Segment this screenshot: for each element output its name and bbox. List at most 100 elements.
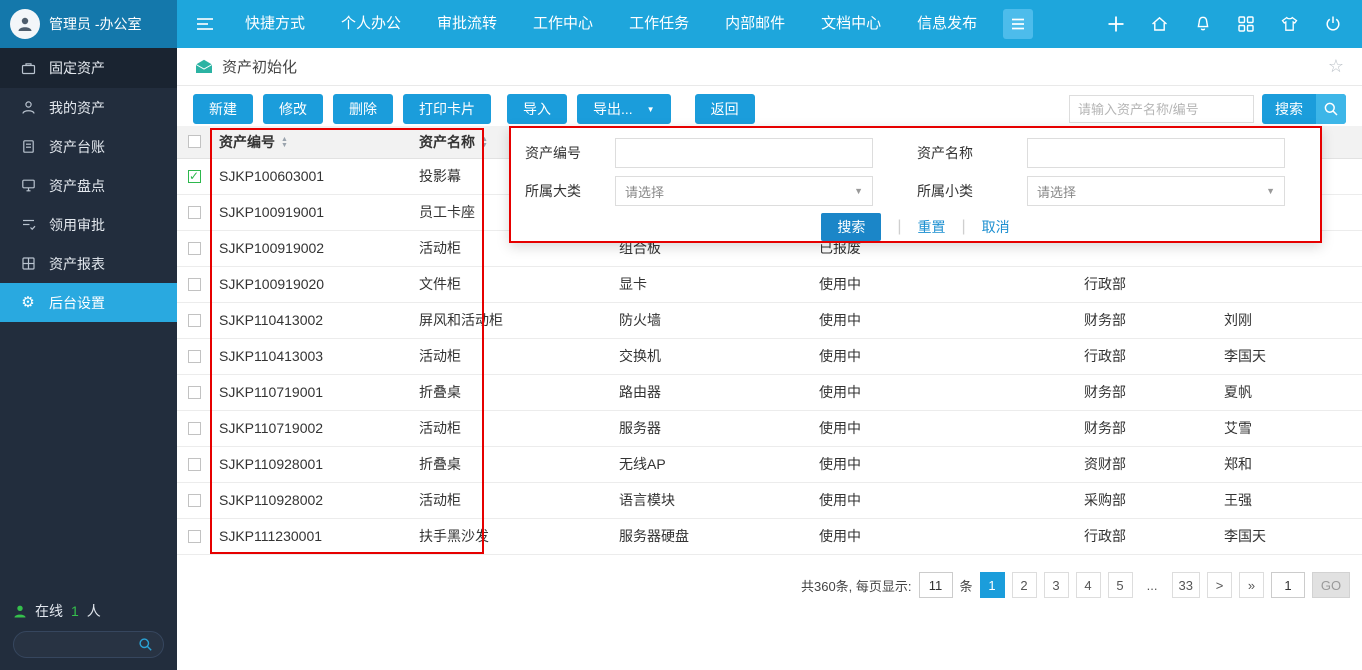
jump-page-input[interactable] <box>1271 572 1305 598</box>
home-icon[interactable] <box>1150 15 1169 33</box>
nav-item-work-center[interactable]: 工作中心 <box>515 0 611 48</box>
page-button[interactable]: 4 <box>1076 572 1101 598</box>
power-icon[interactable] <box>1324 15 1342 33</box>
cell-status: 使用中 <box>811 302 1076 338</box>
back-button[interactable]: 返回 <box>695 94 755 124</box>
category-select[interactable]: 请选择 ▼ <box>615 176 873 206</box>
table-row[interactable]: SJKP110413003 活动柜 交换机 使用中 行政部 李国天 <box>177 338 1362 374</box>
nav-item-work-tasks[interactable]: 工作任务 <box>611 0 707 48</box>
table-row[interactable]: SJKP110719002 活动柜 服务器 使用中 财务部 艾雪 <box>177 410 1362 446</box>
import-button[interactable]: 导入 <box>507 94 567 124</box>
search-button[interactable]: 搜索 <box>1262 94 1346 124</box>
row-checkbox[interactable] <box>188 494 201 507</box>
plus-icon[interactable] <box>1107 15 1125 33</box>
table-row[interactable]: SJKP111230001 扶手黑沙发 服务器硬盘 使用中 行政部 李国天 <box>177 518 1362 554</box>
cell-person: 李国天 <box>1216 518 1362 554</box>
advanced-search-panel: 资产编号 资产名称 所属大类 请选择 ▼ 所属小类 请选择 ▼ 搜索 | 重置 … <box>509 126 1322 243</box>
report-grid-icon <box>20 256 36 271</box>
panel-cancel-button[interactable]: 取消 <box>982 217 1010 237</box>
row-checkbox[interactable] <box>188 458 201 471</box>
nav-item-approval-flow[interactable]: 审批流转 <box>419 0 515 48</box>
row-checkbox[interactable]: ✓ <box>188 170 201 183</box>
page-size-input[interactable] <box>919 572 953 598</box>
row-checkbox[interactable] <box>188 422 201 435</box>
nav-item-info-publish[interactable]: 信息发布 <box>899 0 995 48</box>
panel-reset-button[interactable]: 重置 <box>918 217 946 237</box>
toolbar: 新建 修改 删除 打印卡片 导入 导出...▼ 返回 搜索 <box>177 92 1362 126</box>
row-checkbox[interactable] <box>188 386 201 399</box>
nav-item-personal-office[interactable]: 个人办公 <box>323 0 419 48</box>
page-header: 资产初始化 ☆ <box>177 48 1362 86</box>
panel-search-button[interactable]: 搜索 <box>821 213 881 241</box>
sidebar-item-asset-inventory[interactable]: 资产盘点 <box>0 166 177 205</box>
edit-button[interactable]: 修改 <box>263 94 323 124</box>
bell-icon[interactable] <box>1194 15 1212 33</box>
sidebar-item-asset-reports[interactable]: 资产报表 <box>0 244 177 283</box>
cell-status: 使用中 <box>811 374 1076 410</box>
nav-item-shortcuts[interactable]: 快捷方式 <box>227 0 323 48</box>
cell-device: 交换机 <box>611 338 811 374</box>
asset-code-input[interactable] <box>615 138 873 168</box>
nav-item-internal-mail[interactable]: 内部邮件 <box>707 0 803 48</box>
header-asset-code[interactable]: 资产编号▲▼ <box>211 126 411 158</box>
page-size-unit: 条 <box>960 576 973 595</box>
online-count: 1 <box>71 603 79 619</box>
page-button[interactable]: 2 <box>1012 572 1037 598</box>
table-row[interactable]: SJKP110928001 折叠桌 无线AP 使用中 资财部 郑和 <box>177 446 1362 482</box>
sort-icon[interactable]: ▲▼ <box>281 137 288 149</box>
delete-button[interactable]: 删除 <box>333 94 393 124</box>
avatar[interactable] <box>10 9 40 39</box>
select-all-checkbox[interactable] <box>188 135 201 148</box>
row-checkbox[interactable] <box>188 530 201 543</box>
more-menu-button[interactable] <box>1003 9 1033 39</box>
search-icon[interactable] <box>138 637 153 652</box>
sidebar-item-asset-ledger[interactable]: 资产台账 <box>0 127 177 166</box>
page-title: 资产初始化 <box>222 56 297 77</box>
asset-name-input[interactable] <box>1027 138 1285 168</box>
last-page-button[interactable]: » <box>1239 572 1264 598</box>
page-button[interactable]: 5 <box>1108 572 1133 598</box>
row-checkbox[interactable] <box>188 278 201 291</box>
table-row[interactable]: SJKP110928002 活动柜 语言模块 使用中 采购部 王强 <box>177 482 1362 518</box>
row-checkbox[interactable] <box>188 314 201 327</box>
export-dropdown-button[interactable]: 导出...▼ <box>577 94 671 124</box>
cell-name: 活动柜 <box>411 410 611 446</box>
table-row[interactable]: SJKP110413002 屏风和活动柜 防火墙 使用中 财务部 刘刚 <box>177 302 1362 338</box>
search-icon <box>1316 94 1346 124</box>
print-card-button[interactable]: 打印卡片 <box>403 94 491 124</box>
cell-code: SJKP110413003 <box>211 338 411 374</box>
next-page-button[interactable]: > <box>1207 572 1232 598</box>
row-checkbox[interactable] <box>188 242 201 255</box>
cell-person <box>1216 266 1362 302</box>
sidebar-footer: 在线 1 人 <box>0 601 177 670</box>
theme-shirt-icon[interactable] <box>1280 15 1299 33</box>
user-chip[interactable]: 管理员 -办公室 <box>0 0 177 48</box>
sort-icon[interactable]: ▲▼ <box>481 137 488 149</box>
cell-device: 显卡 <box>611 266 811 302</box>
online-suffix: 人 <box>87 601 101 621</box>
row-checkbox[interactable] <box>188 206 201 219</box>
apps-grid-icon[interactable] <box>1237 15 1255 33</box>
cell-device: 语言模块 <box>611 482 811 518</box>
table-row[interactable]: SJKP100919020 文件柜 显卡 使用中 行政部 <box>177 266 1362 302</box>
page-button[interactable]: 33 <box>1172 572 1200 598</box>
user-name: 管理员 -办公室 <box>49 14 142 34</box>
subcategory-select[interactable]: 请选择 ▼ <box>1027 176 1285 206</box>
sidebar-item-fixed-assets[interactable]: 固定资产 <box>0 48 177 88</box>
nav-item-doc-center[interactable]: 文档中心 <box>803 0 899 48</box>
sidebar-item-backend-settings[interactable]: ⚙ 后台设置 <box>0 283 177 322</box>
favorite-star-icon[interactable]: ☆ <box>1328 56 1344 77</box>
table-row[interactable]: SJKP110719001 折叠桌 路由器 使用中 财务部 夏帆 <box>177 374 1362 410</box>
nav-list-icon[interactable] <box>195 15 215 33</box>
page-button[interactable]: 3 <box>1044 572 1069 598</box>
page-button[interactable]: 1 <box>980 572 1005 598</box>
asset-search-input[interactable] <box>1069 95 1254 123</box>
sidebar-item-requisition-approval[interactable]: 领用审批 <box>0 205 177 244</box>
go-button[interactable]: GO <box>1312 572 1350 598</box>
cell-device: 服务器 <box>611 410 811 446</box>
chevron-down-icon: ▼ <box>1266 186 1275 196</box>
sidebar-item-my-assets[interactable]: 我的资产 <box>0 88 177 127</box>
row-checkbox[interactable] <box>188 350 201 363</box>
new-button[interactable]: 新建 <box>193 94 253 124</box>
sidebar-search-input[interactable] <box>24 637 138 652</box>
